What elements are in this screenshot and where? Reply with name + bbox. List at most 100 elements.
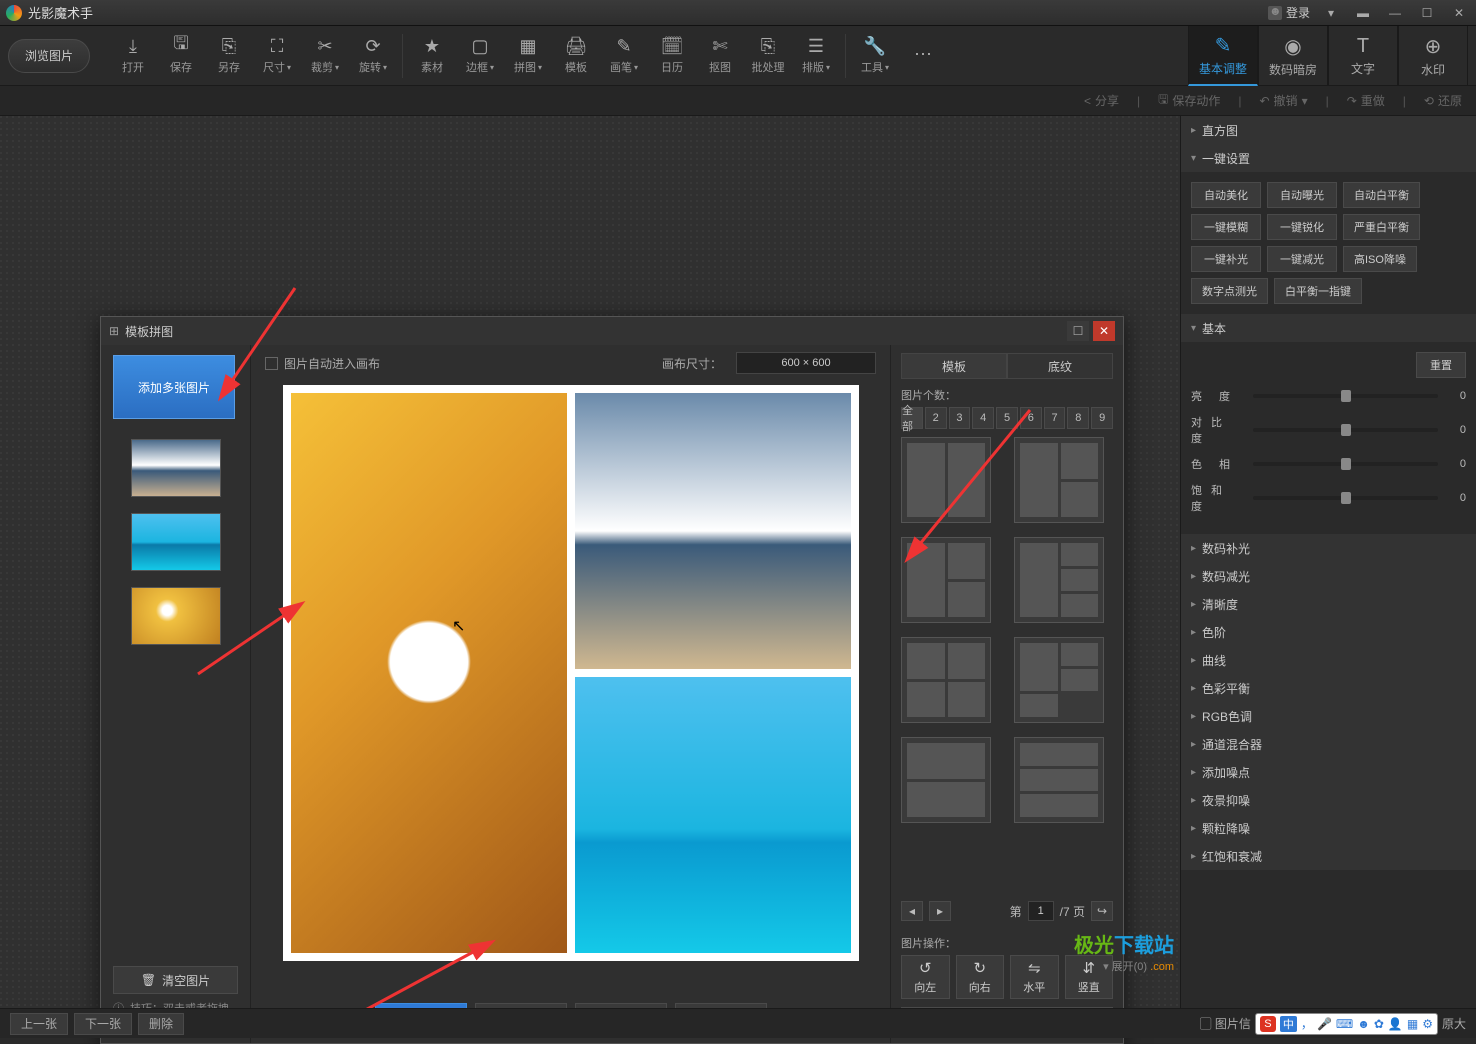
onekey-白平衡一指键[interactable]: 白平衡一指键 [1274, 278, 1362, 304]
dialog-close-button[interactable]: ✕ [1093, 321, 1115, 341]
auto-canvas-checkbox[interactable]: 图片自动进入画布 [265, 355, 380, 372]
pager-page-input[interactable] [1028, 901, 1054, 921]
op-向左[interactable]: ↺向左 [901, 955, 950, 999]
dropdown-button[interactable]: ▾ [1320, 4, 1342, 22]
mode-tab-基本调整[interactable]: ✎基本调整 [1188, 26, 1258, 86]
onekey-自动曝光[interactable]: 自动曝光 [1267, 182, 1337, 208]
section-数码补光[interactable]: 数码补光 [1181, 534, 1476, 562]
count-2[interactable]: 2 [925, 407, 947, 429]
mode-tab-水印[interactable]: ⊕水印 [1398, 26, 1468, 86]
template-6[interactable] [1014, 637, 1104, 723]
reset-button[interactable]: 重置 [1416, 352, 1466, 378]
close-button[interactable]: ✕ [1448, 4, 1470, 22]
save-action-button[interactable]: 🖫 保存动作 [1158, 90, 1220, 111]
undo-button[interactable]: ↶ 撤销 ▾ [1259, 92, 1307, 109]
count-5[interactable]: 5 [996, 407, 1018, 429]
thumbnail-1[interactable] [131, 439, 221, 497]
section-色彩平衡[interactable]: 色彩平衡 [1181, 674, 1476, 702]
redo-button[interactable]: ↷ 重做 [1347, 92, 1385, 109]
tool-拼图[interactable]: ▦拼图▾ [505, 32, 551, 79]
section-红饱和衰减[interactable]: 红饱和衰减 [1181, 842, 1476, 870]
add-images-button[interactable]: 添加多张图片 [113, 355, 235, 419]
section-onekey[interactable]: 一键设置 [1181, 144, 1476, 172]
slider-对 比 度[interactable]: 对 比 度0 [1191, 414, 1466, 446]
thumbnail-3[interactable] [131, 587, 221, 645]
onekey-数字点测光[interactable]: 数字点测光 [1191, 278, 1268, 304]
section-添加噪点[interactable]: 添加噪点 [1181, 758, 1476, 786]
section-通道混合器[interactable]: 通道混合器 [1181, 730, 1476, 758]
count-9[interactable]: 9 [1091, 407, 1113, 429]
onekey-一键补光[interactable]: 一键补光 [1191, 246, 1261, 272]
ime-toolbar[interactable]: S 中 ，🎤⌨☻✿👤▦⚙ [1255, 1013, 1438, 1035]
canvas-slot-2[interactable] [575, 393, 851, 669]
pin-button[interactable]: ▬ [1352, 4, 1374, 22]
template-1[interactable] [901, 437, 991, 523]
delete-button[interactable]: 删除 [138, 1013, 184, 1035]
template-8[interactable] [1014, 737, 1104, 823]
prev-button[interactable]: 上一张 [10, 1013, 68, 1035]
template-2[interactable] [1014, 437, 1104, 523]
section-夜景抑噪[interactable]: 夜景抑噪 [1181, 786, 1476, 814]
section-色阶[interactable]: 色阶 [1181, 618, 1476, 646]
op-水平[interactable]: ⇋水平 [1010, 955, 1059, 999]
onekey-自动美化[interactable]: 自动美化 [1191, 182, 1261, 208]
mode-tab-文字[interactable]: T文字 [1328, 26, 1398, 86]
section-histogram[interactable]: 直方图 [1181, 116, 1476, 144]
section-曲线[interactable]: 曲线 [1181, 646, 1476, 674]
pager-first[interactable]: ◂ [901, 901, 923, 921]
tool-旋转[interactable]: ⟳旋转▾ [350, 32, 396, 79]
onekey-一键减光[interactable]: 一键减光 [1267, 246, 1337, 272]
tool-素材[interactable]: ★素材 [409, 32, 455, 79]
tool-日历[interactable]: 🗓日历 [649, 32, 695, 79]
onekey-高ISO降噪[interactable]: 高ISO降噪 [1343, 246, 1417, 272]
tool-裁剪[interactable]: ✂裁剪▾ [302, 32, 348, 79]
count-4[interactable]: 4 [972, 407, 994, 429]
onekey-严重白平衡[interactable]: 严重白平衡 [1343, 214, 1420, 240]
onekey-自动白平衡[interactable]: 自动白平衡 [1343, 182, 1420, 208]
tool-打开[interactable]: ⤓打开 [110, 32, 156, 79]
next-button[interactable]: 下一张 [74, 1013, 132, 1035]
tool-工具[interactable]: 🔧工具▾ [852, 32, 898, 79]
template-3[interactable] [901, 537, 991, 623]
thumbnail-2[interactable] [131, 513, 221, 571]
section-RGB色调[interactable]: RGB色调 [1181, 702, 1476, 730]
slider-亮 度[interactable]: 亮 度0 [1191, 388, 1466, 404]
count-3[interactable]: 3 [949, 407, 971, 429]
dialog-maximize-button[interactable]: ☐ [1067, 321, 1089, 341]
tab-texture[interactable]: 底纹 [1007, 353, 1113, 379]
canvas-size-input[interactable] [736, 352, 876, 374]
onekey-一键锐化[interactable]: 一键锐化 [1267, 214, 1337, 240]
minimize-button[interactable]: — [1384, 4, 1406, 22]
tab-template[interactable]: 模板 [901, 353, 1007, 379]
tool-[interactable]: ⋯ [900, 32, 946, 79]
canvas-slot-1[interactable] [291, 393, 567, 953]
count-全部[interactable]: 全部 [901, 407, 923, 429]
mode-tab-数码暗房[interactable]: ◉数码暗房 [1258, 26, 1328, 86]
tool-排版[interactable]: ☰排版▾ [793, 32, 839, 79]
canvas-slot-3[interactable] [575, 677, 851, 953]
login-button[interactable]: 登录 [1268, 4, 1310, 21]
slider-色 相[interactable]: 色 相0 [1191, 456, 1466, 472]
template-4[interactable] [1014, 537, 1104, 623]
template-5[interactable] [901, 637, 991, 723]
tool-抠图[interactable]: ✄抠图 [697, 32, 743, 79]
onekey-一键模糊[interactable]: 一键模糊 [1191, 214, 1261, 240]
slider-饱 和 度[interactable]: 饱 和 度0 [1191, 482, 1466, 514]
section-数码减光[interactable]: 数码减光 [1181, 562, 1476, 590]
count-6[interactable]: 6 [1020, 407, 1042, 429]
section-basic[interactable]: 基本 [1181, 314, 1476, 342]
template-7[interactable] [901, 737, 991, 823]
pager-prev[interactable]: ▸ [929, 901, 951, 921]
restore-button[interactable]: ⟲ 还原 [1424, 92, 1462, 109]
section-清晰度[interactable]: 清晰度 [1181, 590, 1476, 618]
op-向右[interactable]: ↻向右 [956, 955, 1005, 999]
tool-保存[interactable]: 🖫保存 [158, 32, 204, 79]
count-8[interactable]: 8 [1067, 407, 1089, 429]
pager-next[interactable]: ↪ [1091, 901, 1113, 921]
tool-模板[interactable]: 🖨模板 [553, 32, 599, 79]
share-button[interactable]: < 分享 [1084, 92, 1119, 109]
count-7[interactable]: 7 [1044, 407, 1066, 429]
tool-画笔[interactable]: ✎画笔▾ [601, 32, 647, 79]
browse-images-button[interactable]: 浏览图片 [8, 39, 90, 73]
maximize-button[interactable]: ☐ [1416, 4, 1438, 22]
